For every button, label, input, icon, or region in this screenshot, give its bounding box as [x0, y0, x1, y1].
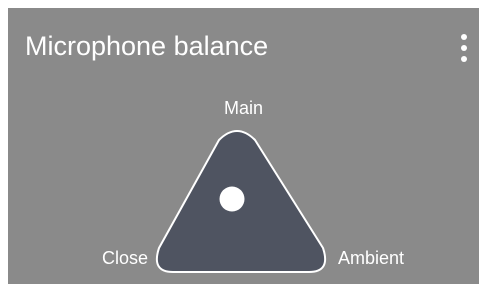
label-main: Main [224, 98, 264, 118]
microphone-balance-panel: Microphone balance Main Close Ambient [8, 8, 479, 284]
label-close: Close [102, 248, 149, 268]
balance-triangle-pad[interactable] [8, 8, 479, 284]
balance-handle[interactable] [219, 186, 245, 212]
label-ambient: Ambient [338, 248, 405, 268]
